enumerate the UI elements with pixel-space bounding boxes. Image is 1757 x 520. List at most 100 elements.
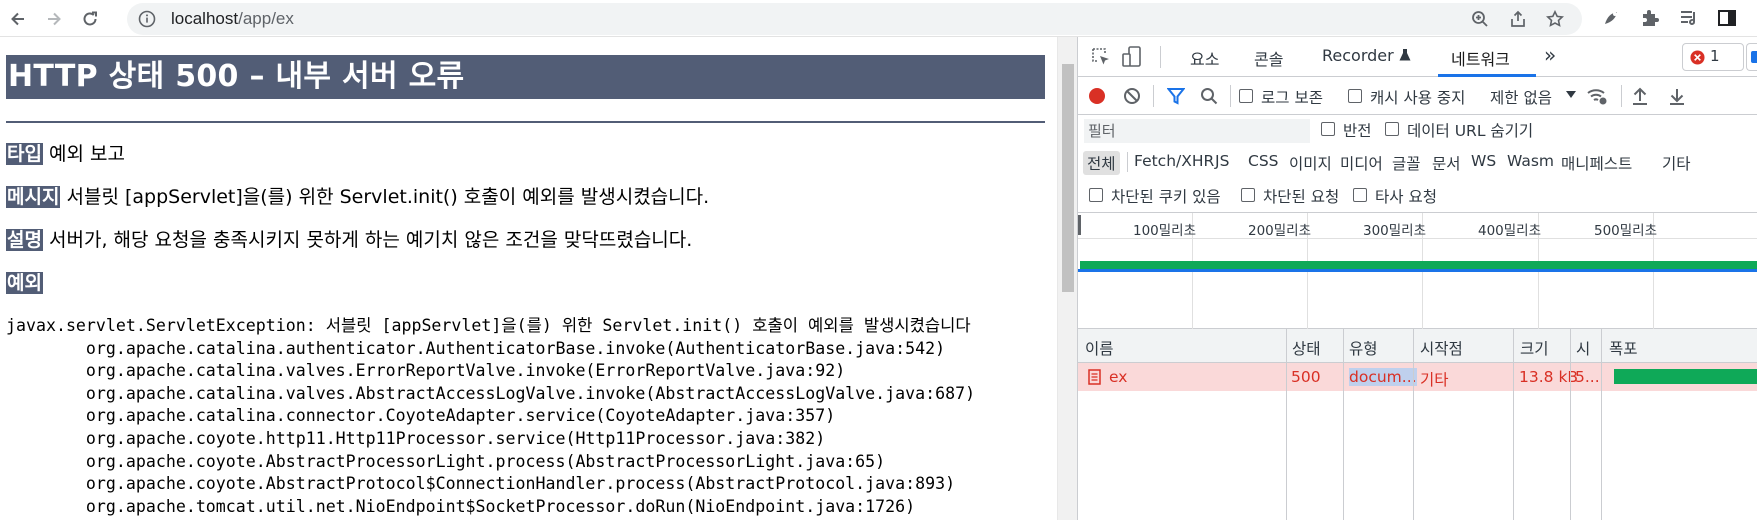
type-filter-img[interactable]: 이미지 [1285, 151, 1336, 175]
type-filter-ws[interactable]: WS [1467, 151, 1500, 171]
exception-label: 예외 [6, 272, 43, 294]
issues-badge[interactable] [1746, 43, 1757, 71]
back-button[interactable] [6, 7, 30, 31]
request-name: ex [1109, 368, 1128, 386]
filter-input[interactable]: 필터 [1084, 119, 1310, 143]
hide-data-urls-checkbox[interactable] [1385, 122, 1399, 136]
third-party-checkbox[interactable] [1353, 188, 1367, 202]
page-title: HTTP 상태 500 – 내부 서버 오류 [6, 55, 1045, 99]
import-har-icon[interactable] [1631, 86, 1649, 106]
toolbar-separator [1127, 152, 1128, 172]
type-filter-font[interactable]: 글꼴 [1388, 151, 1425, 175]
column-time[interactable]: 시 [1576, 337, 1590, 359]
request-type: docum... [1349, 368, 1417, 386]
filter-placeholder: 필터 [1088, 122, 1116, 140]
clear-icon[interactable] [1123, 87, 1141, 105]
devtools-tab-bar: 요소 콘솔 Recorder 네트워크 » 1 [1078, 37, 1757, 77]
disable-cache-label: 캐시 사용 중지 [1370, 89, 1466, 107]
type-filter-js[interactable]: JS [1211, 151, 1233, 171]
column-initiator[interactable]: 시작점 [1420, 337, 1463, 359]
waterfall-bar [1614, 369, 1757, 384]
address-bar[interactable]: localhost/app/ex [127, 3, 1582, 35]
dropdown-arrow-icon[interactable] [1566, 91, 1576, 99]
column-waterfall[interactable]: 폭포 [1609, 337, 1638, 359]
share-icon[interactable] [1509, 10, 1527, 28]
toolbar-separator [1153, 85, 1154, 107]
type-filter-css[interactable]: CSS [1244, 151, 1283, 171]
tab-network[interactable]: 네트워크 [1451, 46, 1510, 70]
toolbar-separator [1230, 85, 1231, 107]
forward-button[interactable] [42, 7, 66, 31]
reload-icon [83, 11, 97, 26]
type-filter-wasm[interactable]: Wasm [1503, 151, 1558, 171]
url-text[interactable]: localhost/app/ex [171, 9, 294, 29]
toolbar-separator [1621, 85, 1622, 107]
blocked-requests-checkbox[interactable] [1241, 188, 1255, 202]
side-panel-icon[interactable] [1717, 8, 1737, 28]
column-divider[interactable] [1343, 329, 1344, 520]
scrollbar-thumb[interactable] [1062, 64, 1074, 292]
type-filter-media[interactable]: 미디어 [1336, 151, 1387, 175]
type-filter-other[interactable]: 기타 [1658, 151, 1695, 175]
flask-icon [1399, 49, 1411, 61]
preserve-log-checkbox[interactable] [1239, 89, 1253, 103]
request-row[interactable]: ex 500 docum... 기타 13.8 kB 5... [1078, 363, 1757, 391]
reload-button[interactable] [78, 7, 102, 31]
type-filter-fetch-xhr[interactable]: Fetch/XHR [1130, 151, 1218, 171]
blocked-cookies-checkbox[interactable] [1089, 188, 1103, 202]
extension-feather-icon[interactable] [1601, 8, 1621, 28]
toolbar-separator [1160, 46, 1161, 68]
description-label: 설명 [6, 229, 43, 251]
stack-trace-line: org.apache.catalina.valves.ErrorReportVa… [6, 361, 846, 381]
inspect-element-icon[interactable] [1090, 46, 1112, 68]
devtools-panel: 요소 콘솔 Recorder 네트워크 » 1 로그 보존 캐시 사용 중지 제… [1077, 37, 1757, 520]
extensions-puzzle-icon[interactable] [1640, 8, 1660, 28]
error-badge[interactable]: 1 [1682, 43, 1744, 71]
column-divider[interactable] [1413, 329, 1414, 520]
invert-checkbox[interactable] [1321, 122, 1335, 136]
browser-toolbar: localhost/app/ex [0, 0, 1757, 37]
message-value: 서블릿 [appServlet]을(를) 위한 Servlet.init() 호… [66, 186, 710, 208]
stack-trace: javax.servlet.ServletException: 서블릿 [app… [6, 315, 1046, 518]
column-status[interactable]: 상태 [1292, 337, 1321, 359]
throttling-select[interactable]: 제한 없음 [1490, 86, 1552, 108]
stack-trace-line: org.apache.coyote.AbstractProtocol$Conne… [6, 474, 956, 494]
type-filter-all[interactable]: 전체 [1083, 151, 1120, 175]
column-divider[interactable] [1513, 329, 1514, 520]
divider [6, 121, 1045, 123]
column-type[interactable]: 유형 [1349, 337, 1378, 359]
disable-cache-checkbox[interactable] [1348, 89, 1362, 103]
record-icon[interactable] [1088, 87, 1106, 105]
reading-list-icon[interactable] [1679, 8, 1699, 28]
timeline-label: 500밀리초 [1594, 223, 1658, 239]
site-info-icon[interactable] [138, 10, 156, 28]
column-divider[interactable] [1570, 329, 1571, 520]
timeline-handle[interactable] [1078, 215, 1081, 235]
timeline-label: 200밀리초 [1248, 223, 1312, 239]
filter-funnel-icon[interactable] [1167, 87, 1185, 105]
timeline-label: 400밀리초 [1478, 223, 1542, 239]
column-size[interactable]: 크기 [1520, 337, 1549, 359]
tab-console[interactable]: 콘솔 [1254, 46, 1283, 70]
error-count: 1 [1710, 47, 1720, 65]
type-filter-doc[interactable]: 문서 [1428, 151, 1465, 175]
page-scrollbar[interactable] [1057, 37, 1077, 520]
network-conditions-icon[interactable] [1586, 86, 1608, 106]
more-tabs-chevron-icon[interactable]: » [1544, 43, 1556, 67]
tab-recorder[interactable]: Recorder [1322, 46, 1411, 65]
zoom-icon[interactable] [1471, 10, 1489, 28]
url-host: localhost [171, 9, 239, 28]
network-overview-timeline[interactable]: 100밀리초 200밀리초 300밀리초 400밀리초 500밀리초 [1078, 213, 1757, 329]
column-divider[interactable] [1601, 329, 1602, 520]
device-toolbar-icon[interactable] [1120, 45, 1144, 69]
column-divider[interactable] [1286, 329, 1287, 520]
column-name[interactable]: 이름 [1085, 337, 1114, 359]
bookmark-star-icon[interactable] [1546, 10, 1564, 28]
type-filter-manifest[interactable]: 매니페스트 [1557, 151, 1636, 175]
tab-elements[interactable]: 요소 [1190, 46, 1219, 70]
stack-trace-line: org.apache.coyote.AbstractProcessorLight… [6, 451, 886, 471]
stack-trace-line: org.apache.catalina.connector.CoyoteAdap… [6, 406, 836, 426]
stack-trace-line: javax.servlet.ServletException: 서블릿 [app… [6, 316, 971, 335]
export-har-icon[interactable] [1668, 86, 1686, 106]
search-icon[interactable] [1200, 87, 1218, 105]
